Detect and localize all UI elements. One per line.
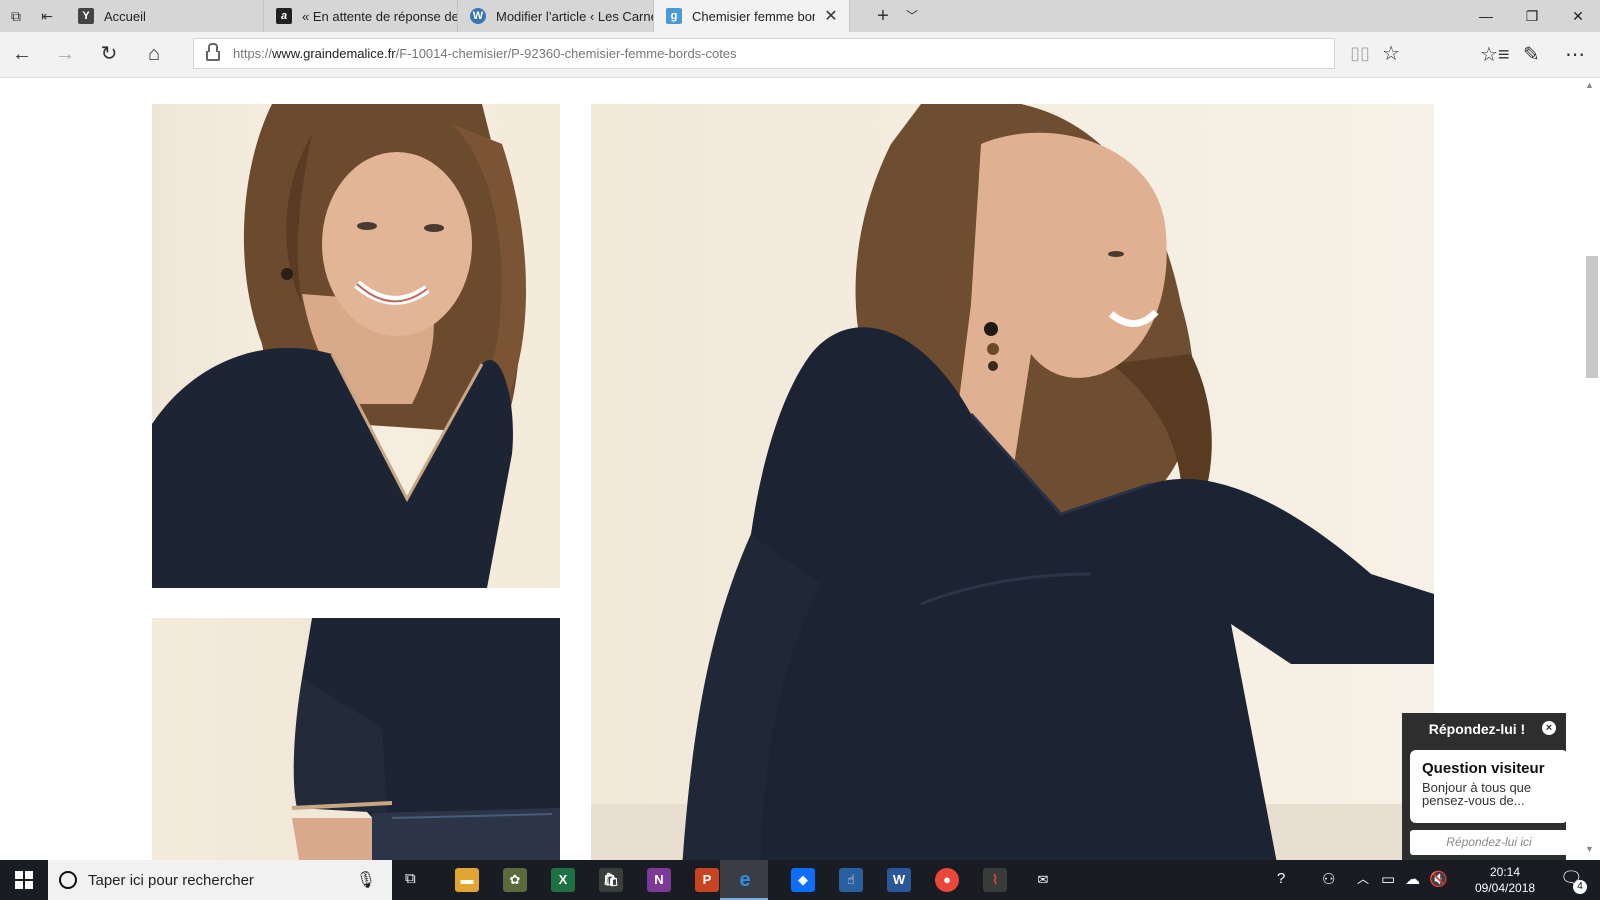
chat-question-card[interactable]: Question visiteur Bonjour à tous que pen… <box>1410 750 1568 823</box>
close-window-icon[interactable]: ✕ <box>1555 0 1600 32</box>
tab-label: « En attente de réponse de <box>302 8 457 24</box>
address-toolbar: ← → ↻ ⌂ https://www.graindemalice.fr/F-1… <box>0 32 1600 78</box>
tab-modifier-article[interactable]: W Modifier l’article ‹ Les Carne <box>458 0 654 32</box>
scroll-down-arrow-icon[interactable]: ▼ <box>1585 844 1594 854</box>
home-icon[interactable]: ⌂ <box>141 41 167 67</box>
blouse-sleeve-detail-photo <box>291 618 560 860</box>
tab-accueil[interactable]: Y Accueil <box>66 0 264 32</box>
url-scheme: https:// <box>233 46 273 61</box>
product-photo-main[interactable] <box>591 104 1434 860</box>
acrobat-icon[interactable]: ⌇ <box>983 868 1007 892</box>
lock-icon <box>206 43 220 61</box>
excel-icon[interactable]: X <box>551 868 575 892</box>
chat-title: Répondez-lui ! <box>1428 721 1526 737</box>
clock-date: 09/04/2018 <box>1475 881 1536 895</box>
graindemalice-favicon-icon: g <box>666 8 682 24</box>
product-photo-portrait[interactable] <box>152 104 560 588</box>
chat-widget: Répondez-lui ! × Question visiteur Bonjo… <box>1402 713 1568 861</box>
close-tab-icon[interactable]: ✕ <box>823 6 839 26</box>
favorites-hub-icon[interactable]: ☆≡ <box>1480 42 1510 67</box>
onedrive-cloud-icon[interactable]: ☁ <box>1405 870 1420 888</box>
refresh-icon[interactable]: ↻ <box>96 41 122 67</box>
search-placeholder: Taper ici pour rechercher <box>88 872 254 889</box>
tab-strip: ⧉ ⇤ Y Accueil a « En attente de réponse … <box>0 0 1600 32</box>
word-icon[interactable]: W <box>887 868 911 892</box>
close-chat-icon[interactable]: × <box>1542 721 1556 735</box>
windows-start-icon[interactable] <box>0 860 48 900</box>
dropbox-icon[interactable]: ◆ <box>791 868 815 892</box>
tab-en-attente[interactable]: a « En attente de réponse de <box>264 0 458 32</box>
favorite-star-icon[interactable]: ☆ <box>1382 41 1400 66</box>
back-arrow-icon[interactable]: ← <box>9 41 35 67</box>
edge-browser-icon[interactable]: e <box>733 868 757 892</box>
tab-chemisier-femme[interactable]: g Chemisier femme bords ✕ <box>654 0 850 32</box>
cortana-icon <box>59 871 77 889</box>
new-tab-icon[interactable]: + <box>872 5 894 28</box>
tab-label: Chemisier femme bords <box>692 8 815 24</box>
woman-seated-blouse-photo <box>591 104 1434 860</box>
tab-label: Modifier l’article ‹ Les Carne <box>496 8 653 24</box>
people-icon[interactable]: ⚇ <box>1322 870 1335 888</box>
woman-portrait-photo <box>152 104 526 588</box>
chevron-down-icon[interactable]: ﹀ <box>906 7 918 24</box>
scroll-up-arrow-icon[interactable]: ▲ <box>1585 80 1594 90</box>
url-text[interactable]: https://www.graindemalice.fr/F-10014-che… <box>233 46 737 61</box>
page-scrollbar[interactable] <box>1568 78 1600 860</box>
minimize-icon[interactable]: — <box>1463 0 1509 32</box>
url-domain: www.graindemalice.fr <box>272 46 396 61</box>
address-bar[interactable]: https://www.graindemalice.fr/F-10014-che… <box>193 38 1400 69</box>
wordpress-favicon-icon: W <box>470 8 486 24</box>
touch-app-icon[interactable]: ☝ <box>839 868 863 892</box>
chrome-icon[interactable]: ● <box>935 868 959 892</box>
web-note-pen-icon[interactable]: ✎ <box>1523 42 1540 67</box>
forward-arrow-icon[interactable]: → <box>52 41 78 67</box>
paint-app-icon[interactable]: ✿ <box>503 868 527 892</box>
file-explorer-icon[interactable]: ▬ <box>455 868 479 892</box>
set-tabs-aside-icon[interactable]: ⇤ <box>37 6 57 26</box>
notification-count-badge: 4 <box>1573 880 1587 894</box>
site-favicon-icon: a <box>276 8 292 24</box>
chat-reply-button[interactable]: Répondez-lui ici <box>1410 830 1568 855</box>
product-photo-sleeve-detail[interactable] <box>152 618 560 860</box>
microphone-icon[interactable]: 🎙 <box>356 870 376 890</box>
scrollbar-thumb[interactable] <box>1586 256 1598 378</box>
taskbar-search-box[interactable]: Taper ici pour rechercher 🎙 <box>48 860 392 900</box>
windows-taskbar: Taper ici pour rechercher 🎙 ⧉ ▬ ✿ X 🛍 N … <box>0 860 1600 900</box>
chevron-up-icon[interactable]: ︿ <box>1357 870 1369 887</box>
help-icon[interactable]: ? <box>1277 870 1285 887</box>
reading-view-icon[interactable]: ▯▯ <box>1350 43 1370 64</box>
clock-time: 20:14 <box>1489 865 1521 879</box>
web-page-content <box>0 78 1568 860</box>
store-icon[interactable]: 🛍 <box>599 868 623 892</box>
task-view-icon[interactable]: ⧉ <box>405 870 416 887</box>
mail-icon[interactable]: ✉ <box>1031 868 1055 892</box>
yoast-favicon-icon: Y <box>78 8 94 24</box>
more-options-icon[interactable]: ⋯ <box>1565 42 1585 67</box>
tab-label: Accueil <box>104 8 146 24</box>
powerpoint-icon[interactable]: P <box>695 868 719 892</box>
chat-question-message: Bonjour à tous que pensez-vous de... <box>1422 780 1532 808</box>
chat-question-title: Question visiteur <box>1422 760 1545 777</box>
restore-icon[interactable]: ❐ <box>1509 0 1555 32</box>
volume-muted-icon[interactable]: 🔇 <box>1429 870 1448 888</box>
system-clock[interactable]: 20:14 09/04/2018 <box>1475 864 1535 896</box>
onenote-icon[interactable]: N <box>647 868 671 892</box>
url-path: /F-10014-chemisier/P-92360-chemisier-fem… <box>395 46 737 61</box>
battery-icon[interactable]: ▭ <box>1381 870 1395 888</box>
tab-sets-icon[interactable]: ⧉ <box>6 6 26 26</box>
